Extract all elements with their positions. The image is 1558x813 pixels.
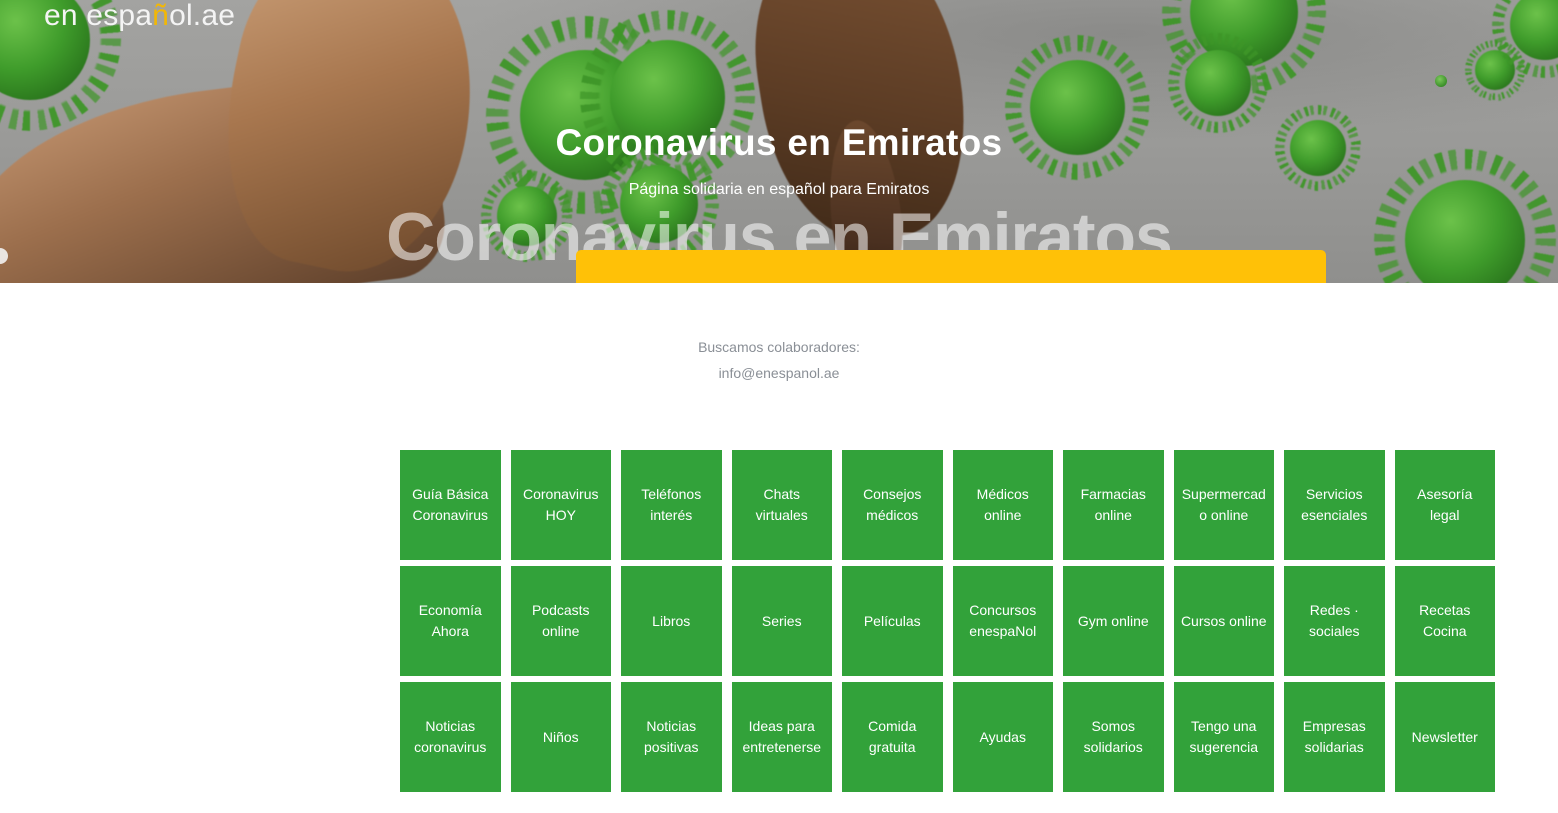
category-tile-grid: Guía Básica Coronavirus Coronavirus HOY Te… (400, 450, 1495, 792)
category-tile[interactable]: Teléfonos interés (621, 450, 722, 560)
category-tile[interactable]: Comida gratuita (842, 682, 943, 792)
category-tile[interactable]: Asesoría legal (1394, 450, 1495, 560)
category-tile[interactable]: Películas (842, 566, 943, 676)
collaborators-heading: Buscamos colaboradores: (698, 339, 860, 355)
hero-banner: en español.ae Coronavirus en Emiratos Co… (0, 0, 1558, 283)
category-tile[interactable]: Libros (621, 566, 722, 676)
category-tile[interactable]: Newsletter (1394, 682, 1495, 792)
category-tile[interactable]: Economía Ahora (400, 566, 501, 676)
category-tile[interactable]: Concursos enespaNol (952, 566, 1053, 676)
category-tile[interactable]: Ideas para entretenerse (731, 682, 832, 792)
logo-tilde-accent: ñ (152, 0, 170, 32)
category-tile[interactable]: Médicos online (952, 450, 1053, 560)
category-tile[interactable]: Noticias positivas (621, 682, 722, 792)
site-logo-text: en español.ae (44, 0, 236, 32)
collaborators-block: Buscamos colaboradores: info@enespanol.a… (0, 334, 1558, 386)
category-tile[interactable]: Guía Básica Coronavirus (400, 450, 501, 560)
hero-cta-button[interactable] (576, 250, 1326, 283)
page-title: Coronavirus en Emiratos (555, 122, 1003, 163)
category-tile[interactable]: Supermercado online (1173, 450, 1274, 560)
collaborators-email[interactable]: info@enespanol.ae (0, 360, 1558, 386)
site-logo[interactable]: en español.ae (44, 0, 235, 32)
category-tile[interactable]: Tengo una sugerencia (1173, 682, 1274, 792)
category-tile[interactable]: Gym online (1063, 566, 1164, 676)
category-tile[interactable]: Empresas solidarias (1284, 682, 1385, 792)
virus-particle-icon (1510, 0, 1558, 60)
category-tile[interactable]: Consejos médicos (842, 450, 943, 560)
virus-particle-icon (1185, 50, 1251, 116)
category-tile[interactable]: Redes · sociales (1284, 566, 1385, 676)
category-tile[interactable]: Servicios esenciales (1284, 450, 1385, 560)
category-tile[interactable]: Cursos online (1173, 566, 1274, 676)
virus-particle-icon (1435, 75, 1447, 87)
page-root: en español.ae Coronavirus en Emiratos Co… (0, 0, 1558, 813)
category-tile[interactable]: Series (731, 566, 832, 676)
category-tile[interactable]: Farmacias online (1063, 450, 1164, 560)
category-tile[interactable]: Chats virtuales (731, 450, 832, 560)
category-tile[interactable]: Noticias coronavirus (400, 682, 501, 792)
page-subtitle: Página solidaria en español para Emirato… (628, 181, 930, 198)
category-tile[interactable]: Coronavirus HOY (510, 450, 611, 560)
category-tile[interactable]: Recetas Cocina (1394, 566, 1495, 676)
category-tile[interactable]: Somos solidarios (1063, 682, 1164, 792)
category-tile[interactable]: Niños (510, 682, 611, 792)
category-tile[interactable]: Podcasts online (510, 566, 611, 676)
category-tile[interactable]: Ayudas (952, 682, 1053, 792)
